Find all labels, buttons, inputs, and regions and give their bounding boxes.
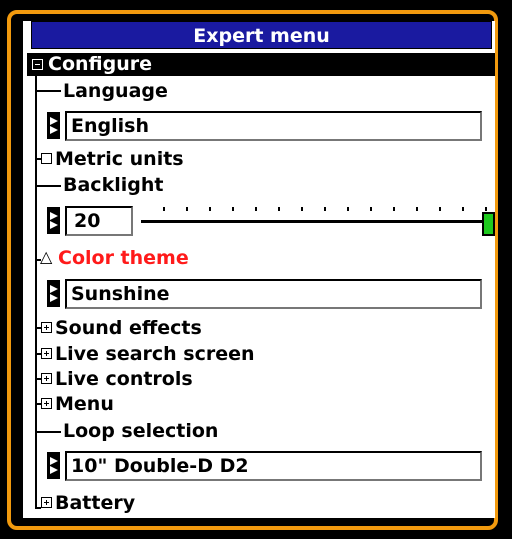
live-search-screen-label: Live search screen [55,343,255,365]
tree-connector [35,431,61,433]
loop-selection-label: Loop selection [63,420,219,442]
color-theme-select[interactable]: Sunshine [47,279,482,309]
color-theme-field[interactable]: Sunshine [65,279,482,309]
tree-connector [35,76,37,509]
menu-title: Expert menu [31,21,492,49]
metric-units-label: Metric units [55,148,184,170]
slider-tick [393,207,395,211]
loop-selection-field[interactable]: 10" Double-D D2 [65,451,482,481]
slider-tick [462,207,464,211]
loop-selection-select[interactable]: 10" Double-D D2 [47,451,482,481]
language-label: Language [63,80,168,102]
backlight-stepper[interactable]: 20 [47,206,133,236]
expand-icon[interactable] [41,322,52,333]
menu-screen: Expert menu Configure Language English M… [23,21,495,518]
configure-label: Configure [48,53,152,75]
triangle-icon: △ [40,247,53,266]
expand-icon[interactable] [41,497,52,508]
color-theme-label[interactable]: Color theme [58,247,189,269]
menu-label: Menu [55,393,114,415]
arrows-icon[interactable] [47,452,60,479]
arrows-icon[interactable] [47,112,60,139]
slider-tick [370,207,372,211]
checkbox-icon[interactable] [41,153,52,164]
expand-icon[interactable] [41,373,52,384]
slider-track [141,220,493,223]
slider-tick [324,207,326,211]
tree-connector [35,185,61,187]
slider-tick [485,207,487,211]
slider-tick [439,207,441,211]
language-select[interactable]: English [47,111,482,141]
slider-tick [163,207,165,211]
slider-tick [209,207,211,211]
slider-tick [232,207,234,211]
slider-tick [301,207,303,211]
tree-connector [35,90,61,92]
language-field[interactable]: English [65,111,482,141]
collapse-icon [32,59,43,70]
slider-thumb[interactable] [482,212,495,236]
slider-tick [416,207,418,211]
expand-icon[interactable] [41,348,52,359]
slider-tick [278,207,280,211]
arrows-icon[interactable] [47,207,60,234]
sound-effects-label: Sound effects [55,317,202,339]
arrows-icon[interactable] [47,280,60,307]
slider-tick [186,207,188,211]
slider-tick [255,207,257,211]
tree-item-configure[interactable]: Configure [27,53,495,76]
expand-icon[interactable] [41,398,52,409]
backlight-label: Backlight [63,174,164,196]
live-controls-label: Live controls [55,368,193,390]
slider-tick [347,207,349,211]
backlight-field[interactable]: 20 [65,206,133,236]
battery-label: Battery [55,492,136,514]
